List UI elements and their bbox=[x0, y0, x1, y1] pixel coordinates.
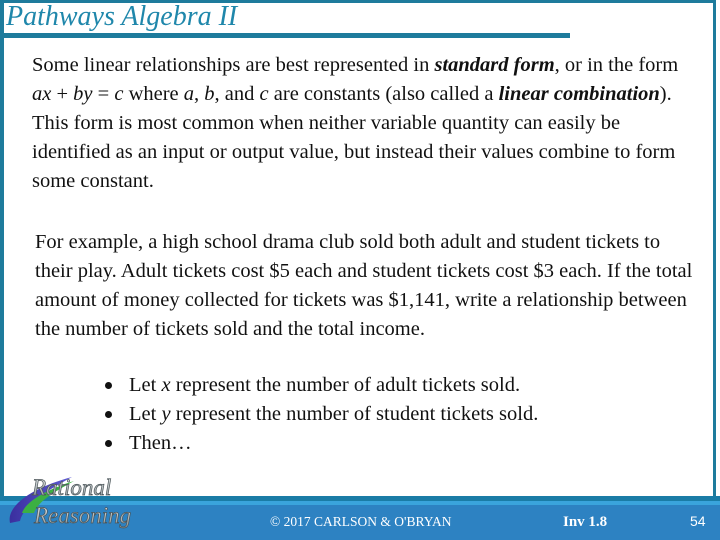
variable: x bbox=[161, 374, 171, 396]
emphasized-term: linear combination bbox=[498, 83, 660, 105]
variable: y bbox=[161, 403, 171, 425]
bullet-item: Let x represent the number of adult tick… bbox=[105, 371, 538, 400]
bullet-item: Then… bbox=[105, 429, 538, 458]
intro-paragraph: Some linear relationships are best repre… bbox=[32, 51, 702, 196]
frame-left-border bbox=[0, 0, 4, 500]
bullet-icon bbox=[105, 411, 112, 418]
intro-text: Some linear relationships are best repre… bbox=[32, 54, 435, 76]
emphasized-term: standard form bbox=[434, 54, 555, 76]
frame-right-border bbox=[713, 0, 716, 500]
intro-text: , bbox=[194, 83, 205, 105]
variable: a bbox=[183, 83, 195, 105]
bullet-text: Let bbox=[129, 403, 162, 425]
bullet-item: Let y represent the number of student ti… bbox=[105, 400, 538, 429]
example-paragraph: For example, a high school drama club so… bbox=[35, 231, 693, 340]
title-underline-bar bbox=[0, 33, 570, 38]
investigation-label: Inv 1.8 bbox=[563, 514, 608, 530]
bullet-text: represent the number of student tickets … bbox=[170, 403, 539, 425]
bullet-text: represent the number of adult tickets so… bbox=[170, 374, 521, 396]
intro-text: are constants (also called a bbox=[268, 83, 499, 105]
intro-text: + bbox=[51, 83, 74, 105]
page-title: Pathways Algebra II bbox=[6, 1, 238, 32]
bullet-text: Then… bbox=[129, 432, 192, 454]
bullet-icon bbox=[105, 382, 112, 389]
variable: b bbox=[204, 83, 215, 105]
intro-text: , and bbox=[214, 83, 260, 105]
variable: ax bbox=[32, 83, 52, 105]
copyright-text: © 2017 CARLSON & O'BRYAN bbox=[270, 514, 452, 529]
bullet-text: Let bbox=[129, 374, 162, 396]
intro-text: , or in the form bbox=[554, 54, 679, 76]
intro-text: where bbox=[123, 83, 184, 105]
bullet-icon bbox=[105, 440, 112, 447]
variable: c bbox=[259, 83, 269, 105]
rational-reasoning-logo: Rational Reasoning bbox=[9, 475, 131, 528]
logo-text-reasoning: Reasoning bbox=[33, 503, 131, 528]
variable: by bbox=[73, 83, 93, 105]
logo-text-rational: Rational bbox=[31, 475, 111, 500]
intro-text: = bbox=[92, 83, 115, 105]
bullet-list: Let x represent the number of adult tick… bbox=[105, 371, 538, 458]
page-number: 54 bbox=[690, 513, 706, 529]
